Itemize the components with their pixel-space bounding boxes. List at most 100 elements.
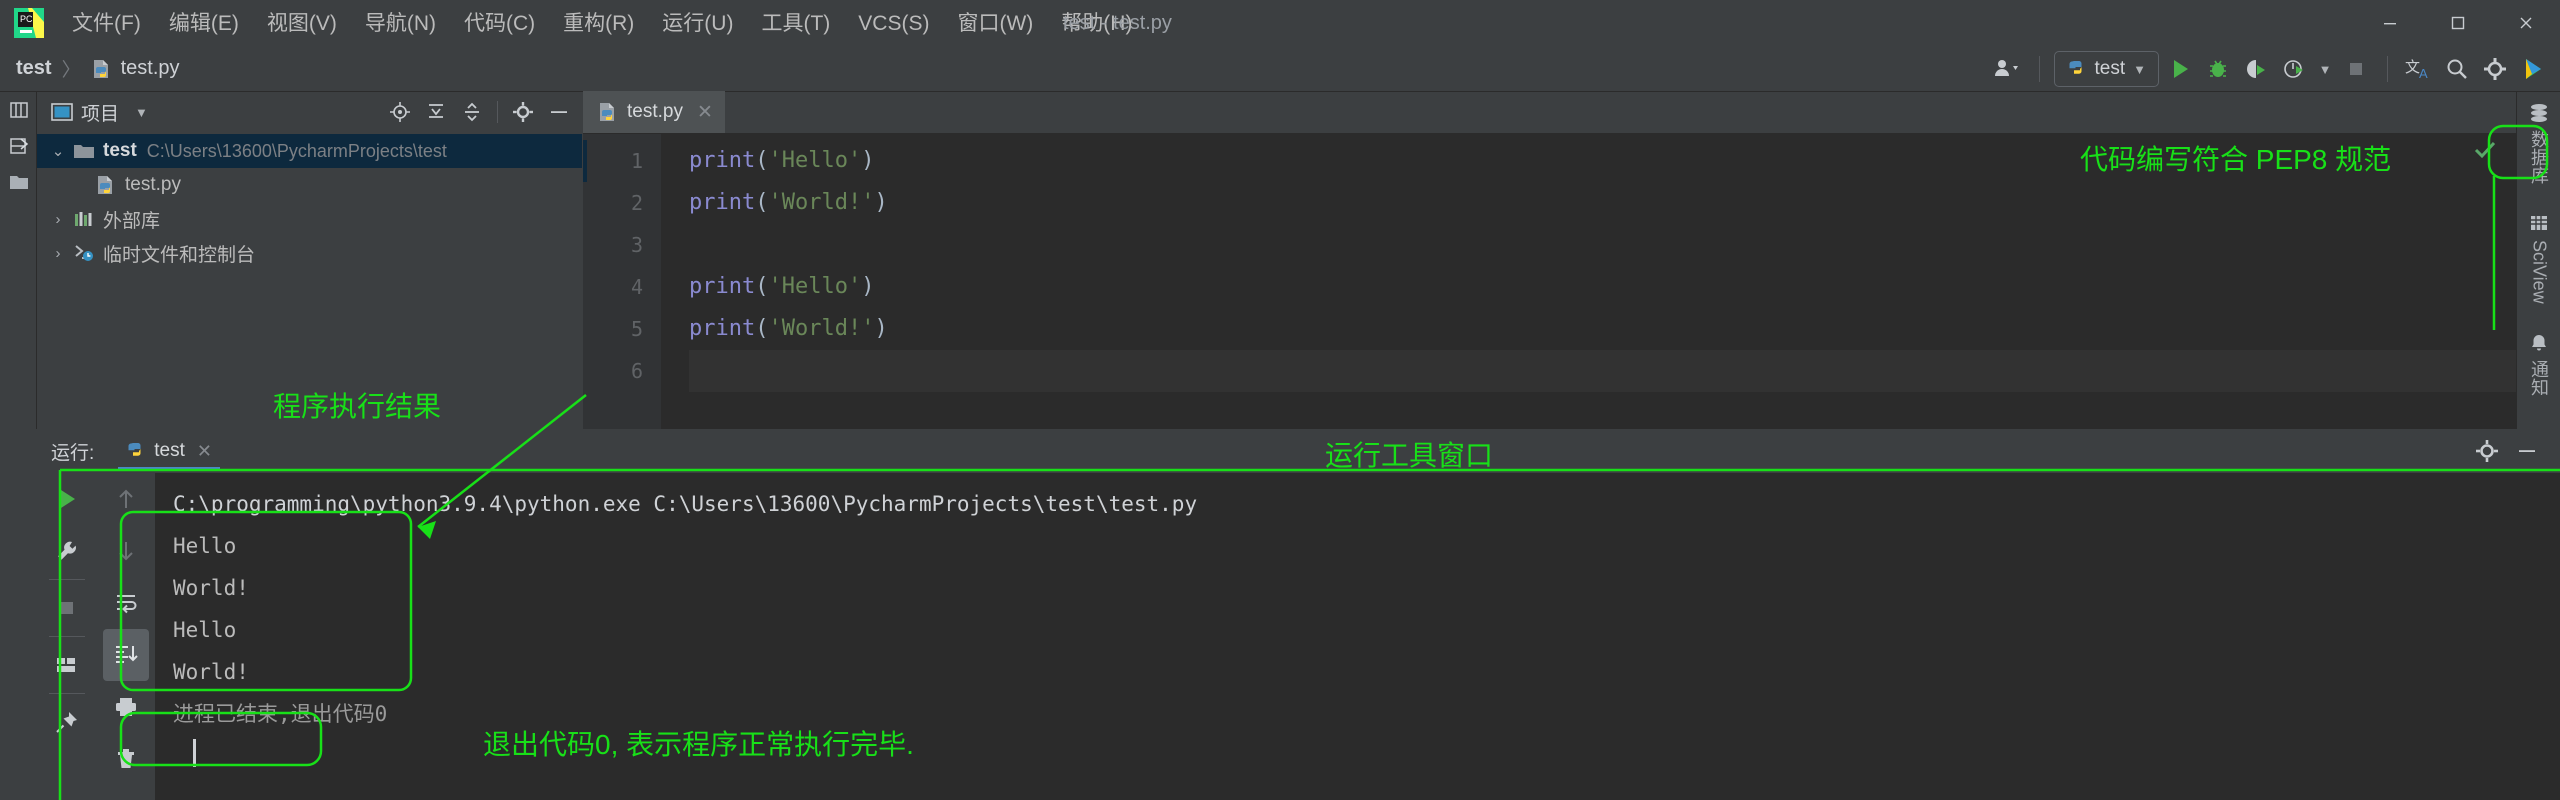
bookmarks-icon[interactable]	[0, 128, 37, 164]
run-tab-test[interactable]: test ✕	[118, 429, 220, 473]
menu-window[interactable]: 窗口(W)	[943, 9, 1047, 38]
svg-text:A: A	[2419, 66, 2428, 81]
run-tool-window: 运行: test ✕ C:\programming\python3.9.4\py…	[0, 429, 2560, 800]
coverage-icon[interactable]	[2239, 51, 2273, 87]
scroll-to-end-icon[interactable]	[103, 629, 149, 681]
menu-file[interactable]: 文件(F)	[58, 9, 155, 38]
close-button[interactable]	[2492, 0, 2560, 46]
editor-tab-test-py[interactable]: test.py ✕	[583, 91, 725, 133]
run-configuration-selector[interactable]: test ▼	[2053, 51, 2159, 87]
menu-items: 文件(F) 编辑(E) 视图(V) 导航(N) 代码(C) 重构(R) 运行(U…	[58, 9, 1146, 38]
console-output-line: World!	[173, 576, 249, 600]
window-controls	[2356, 0, 2560, 46]
folder-icon	[71, 142, 97, 160]
expand-all-icon[interactable]	[419, 96, 453, 128]
chevron-right-icon[interactable]: ›	[45, 245, 71, 262]
run-icon[interactable]	[37, 473, 97, 525]
translate-icon[interactable]: 文 A	[2402, 51, 2436, 87]
scroll-up-icon[interactable]	[97, 473, 155, 525]
stop-icon[interactable]	[2339, 51, 2373, 87]
code-token: print	[689, 316, 756, 341]
pin-icon[interactable]	[37, 696, 97, 748]
right-strip-label-notifications: 通知	[2529, 359, 2549, 396]
right-tool-strip: 数据库 SciView 通知	[2516, 92, 2560, 429]
tree-row-external-libraries[interactable]: › 外部库	[37, 202, 582, 236]
console-caret	[193, 739, 196, 767]
window-title: test - test.py	[1063, 11, 1172, 34]
editor-code[interactable]: print('Hello') print('World!') print('Hel…	[661, 134, 2516, 429]
right-strip-item-notifications[interactable]: 通知	[2517, 330, 2560, 396]
account-icon[interactable]	[1991, 51, 2025, 87]
right-strip-item-database[interactable]: 数据库	[2517, 100, 2560, 184]
right-strip-item-sciview[interactable]: SciView	[2517, 210, 2560, 304]
gear-icon[interactable]	[506, 96, 540, 128]
menu-refactor[interactable]: 重构(R)	[549, 9, 648, 38]
close-icon[interactable]: ✕	[197, 441, 212, 462]
chevron-down-icon: ▼	[2133, 61, 2146, 77]
project-panel-title: 项目	[81, 103, 120, 125]
maximize-button[interactable]	[2424, 0, 2492, 46]
line-number: 3	[630, 233, 643, 257]
line-number: 6	[630, 359, 643, 383]
project-folder-icon[interactable]	[0, 164, 37, 200]
structure-icon[interactable]	[0, 92, 37, 128]
minimize-button[interactable]	[2356, 0, 2424, 46]
editor-gutter[interactable]: 1 2 3 4 5 6	[583, 134, 661, 429]
menu-vcs[interactable]: VCS(S)	[844, 9, 943, 38]
editor-body[interactable]: 1 2 3 4 5 6 print('Hello') print('World!'…	[583, 134, 2516, 429]
wrench-icon[interactable]	[37, 525, 97, 577]
breadcrumb-project[interactable]: test	[16, 57, 52, 80]
debug-icon[interactable]	[2201, 51, 2235, 87]
menu-code[interactable]: 代码(C)	[450, 9, 549, 38]
menu-run[interactable]: 运行(U)	[648, 9, 747, 38]
gear-icon[interactable]	[2470, 433, 2504, 469]
run-tab-label: test	[154, 440, 185, 461]
tree-row-scratches[interactable]: › 临时文件和控制台	[37, 236, 582, 270]
tree-row-file[interactable]: test.py	[37, 168, 582, 202]
chevron-expanded-icon[interactable]: ⌄	[45, 142, 71, 160]
hide-panel-icon[interactable]	[2510, 433, 2544, 469]
stop-icon[interactable]	[37, 582, 97, 634]
annotation-pep8: 代码编写符合 PEP8 规范	[2080, 144, 2392, 175]
locate-icon[interactable]	[383, 96, 417, 128]
tree-label-file: test.py	[125, 174, 181, 195]
pycharm-logo-icon: PC	[14, 8, 44, 38]
close-icon[interactable]: ✕	[697, 101, 713, 124]
breadcrumb-file[interactable]: test.py	[121, 57, 180, 80]
layout-icon[interactable]	[37, 639, 97, 691]
python-file-icon	[93, 174, 119, 196]
scroll-down-icon[interactable]	[97, 525, 155, 577]
run-icon[interactable]	[2163, 51, 2197, 87]
code-token: 'World!'	[768, 190, 875, 215]
code-token: (	[755, 274, 769, 299]
code-token: 'Hello'	[768, 274, 862, 299]
menu-view[interactable]: 视图(V)	[253, 9, 351, 38]
code-token: 'World!'	[768, 316, 875, 341]
project-panel-toolbar	[383, 96, 582, 128]
chevron-right-icon[interactable]: ›	[45, 211, 71, 228]
chevron-down-icon[interactable]: ▼	[2315, 51, 2335, 87]
trash-icon[interactable]	[97, 733, 155, 785]
profile-icon[interactable]	[2277, 51, 2311, 87]
project-tree: ⌄ test C:\Users\13600\PycharmProjects\te…	[37, 132, 582, 270]
right-strip-label-database: 数据库	[2529, 130, 2549, 184]
chevron-down-icon[interactable]: ▼	[135, 105, 148, 120]
toolbar-divider-2	[2387, 56, 2388, 82]
collapse-all-icon[interactable]	[455, 96, 489, 128]
inspection-status-badge[interactable]	[2462, 128, 2508, 172]
settings-gear-icon[interactable]	[2478, 51, 2512, 87]
tree-row-project[interactable]: ⌄ test C:\Users\13600\PycharmProjects\te…	[37, 134, 582, 168]
line-number: 4	[630, 275, 643, 299]
svg-text:文: 文	[2405, 59, 2420, 76]
hide-panel-icon[interactable]	[542, 96, 576, 128]
menu-tools[interactable]: 工具(T)	[747, 9, 844, 38]
soft-wrap-icon[interactable]	[97, 577, 155, 629]
breadcrumb: test 〉 test.py	[0, 55, 180, 82]
navigation-bar: test 〉 test.py test ▼ ▼ 文 A	[0, 46, 2560, 92]
menu-edit[interactable]: 编辑(E)	[155, 9, 253, 38]
library-icon	[71, 209, 97, 229]
search-icon[interactable]	[2440, 51, 2474, 87]
print-icon[interactable]	[97, 681, 155, 733]
menu-navigate[interactable]: 导航(N)	[351, 9, 450, 38]
ide-features-icon[interactable]	[2516, 51, 2550, 87]
